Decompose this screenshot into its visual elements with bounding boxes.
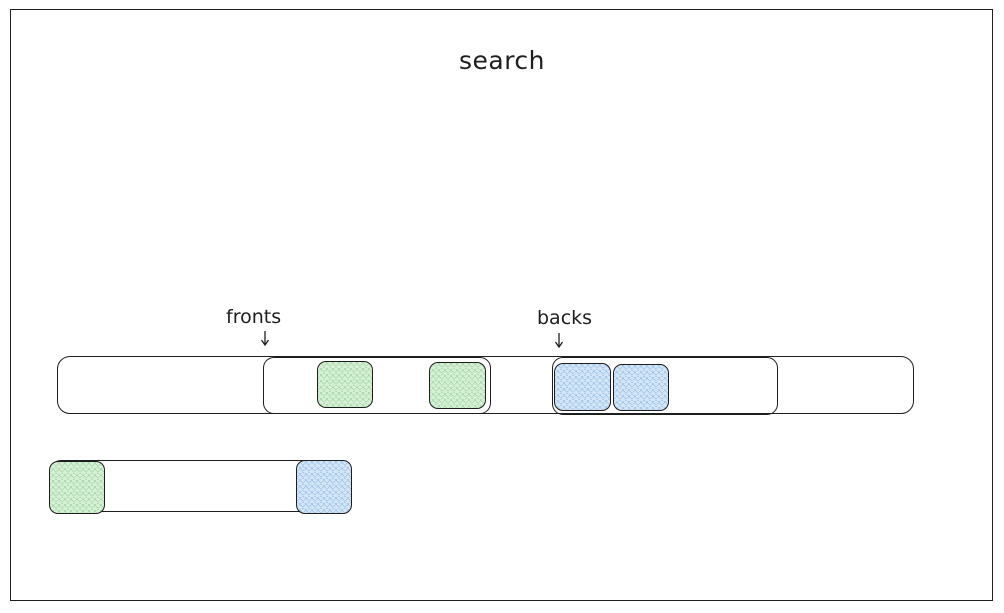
diagram-title: search <box>458 46 546 75</box>
front-cell <box>429 362 486 409</box>
front-cell <box>317 361 373 408</box>
diagram-frame <box>10 9 993 601</box>
back-cell <box>296 460 352 514</box>
back-cell <box>613 364 669 411</box>
fronts-label: fronts <box>226 306 282 328</box>
front-cell <box>49 461 105 514</box>
arrow-down-icon <box>554 333 564 349</box>
arrow-down-icon <box>260 331 270 347</box>
back-cell <box>554 363 611 411</box>
backs-label: backs <box>537 307 593 329</box>
